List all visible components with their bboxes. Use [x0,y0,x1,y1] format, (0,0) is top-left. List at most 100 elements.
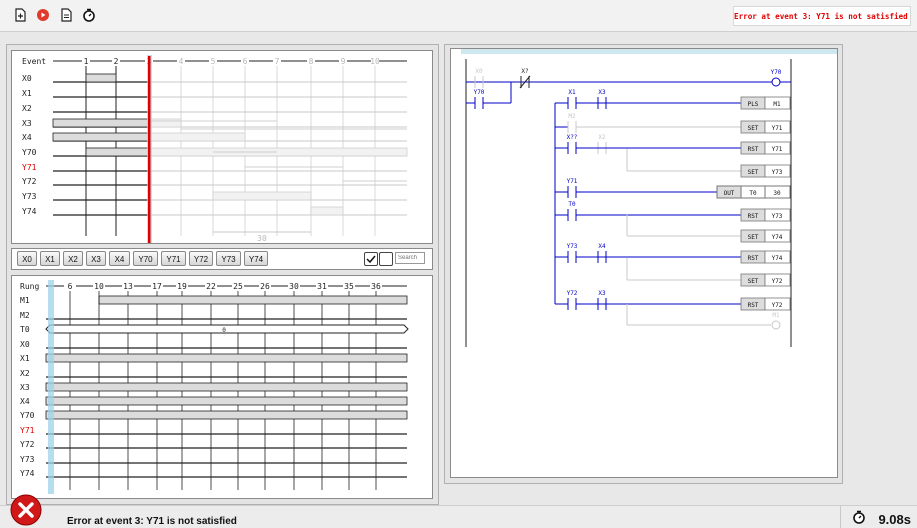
event-label-6: 6 [243,57,248,66]
contact-y72: Y72 [567,290,578,297]
rung-signal-y73: Y73 [20,455,35,464]
contact-x4: X4 [598,243,606,250]
timing-signal-x3: X3 [22,119,32,128]
instruction-arg-label: Y74 [772,255,783,262]
instruction-op-label: SET [748,125,759,132]
instruction-arg-label: Y73 [772,213,783,220]
stopwatch-icon[interactable] [82,8,96,22]
rung-label-19: 19 [177,282,187,291]
rung-label-36: 36 [371,282,381,291]
contact-y70: Y70 [474,89,485,96]
timing-signal-y73: Y73 [22,192,37,201]
status-message: Error at event 3: Y71 is not satisfied [67,516,237,527]
checkbox-checked[interactable] [364,252,378,266]
signal-button-y72[interactable]: Y72 [189,251,213,266]
search-input[interactable] [395,252,425,264]
signal-high-pulse [52,132,150,142]
rung-cursor[interactable] [48,280,54,494]
coil-m1 [771,320,781,330]
timing-signal-x4: X4 [22,133,32,142]
status-bar: Error at event 3: Y71 is not satisfied 9… [0,494,917,528]
timing-chart: Event12345678910X0X1X2X3X4Y70Y71Y72Y73Y7… [22,55,408,243]
signal-button-y71[interactable]: Y71 [161,251,186,266]
rung-signal-x4: X4 [20,397,30,406]
timing-chart-panel: Event12345678910X0X1X2X3X4Y70Y71Y72Y73Y7… [11,50,433,244]
rung-label-35: 35 [344,282,354,291]
signal-button-y73[interactable]: Y73 [216,251,241,266]
rung-chart: Rung 6 10 13 17 19 22 25 26 30 31 35 36 M1 M2 T0 0 X0 X1 X2… [20,280,409,494]
contact-x2: X2 [598,134,606,141]
rung-label-13: 13 [123,282,133,291]
instruction-arg-label: M1 [773,101,781,108]
rung-label-30: 30 [289,282,299,291]
signal-button-x1[interactable]: X1 [40,251,60,266]
instruction-out-label: OUT [724,190,735,197]
rung-label-6: 6 [68,282,73,291]
signal-high-pulse [85,147,150,157]
contact-x?: X? [521,68,529,75]
timing-signal-x1: X1 [22,89,32,98]
rung-label-17: 17 [152,282,162,291]
rung-signal-y71: Y71 [20,426,35,435]
checkbox-unchecked[interactable] [379,252,393,266]
status-divider [840,506,841,528]
rung-label-22: 22 [206,282,216,291]
instruction-arg-label: Y71 [772,125,783,132]
event-label-9: 9 [341,57,346,66]
contact-t0: T0 [568,201,576,208]
signal-high-pulse [148,147,408,157]
rung-signal-m2: M2 [20,311,30,320]
rung-signal-x0: X0 [20,340,30,349]
signal-button-x4[interactable]: X4 [109,251,130,266]
contact-y73: Y73 [567,243,578,250]
coil-label-y70: Y70 [771,69,782,76]
error-icon [10,494,42,526]
coil-label-m1: M1 [772,312,780,319]
error-message: Error at event 3: Y71 is not satisfied [733,6,911,26]
timing-signal-y74: Y74 [22,207,37,216]
rung-signal-high [45,382,408,392]
document-icon[interactable] [59,8,73,22]
signal-high-pulse [310,206,344,216]
rung-signal-y72: Y72 [20,440,35,449]
signal-high-pulse [148,118,182,128]
event-label-10: 10 [370,57,380,66]
rung-signal-t0: T0 [20,325,30,334]
event-cursor-red[interactable] [148,56,151,243]
timer-bus [45,324,409,334]
signal-button-y74[interactable]: Y74 [244,251,268,266]
rung-signal-x1: X1 [20,354,30,363]
rung-signal-x2: X2 [20,369,30,378]
elapsed-time: 9.08s [878,512,911,527]
instruction-arg-label: Y71 [772,146,783,153]
instruction-op-label: SET [748,234,759,241]
signal-button-y70[interactable]: Y70 [133,251,158,266]
contact-x0: X0 [475,68,483,75]
rung-label-25: 25 [233,282,243,291]
signal-button-bar: Y74 Y73 Y72 Y71 Y70 X4 X3 X2 X1 X0 [11,248,433,270]
stopwatch-icon [853,510,865,524]
timing-signal-y70: Y70 [22,148,37,157]
rung-signal-high [45,353,408,363]
ladder-diagram: X0 X? Y70 Y70 X1 X3 PLS M1 M2 SET Y71 X?? X2 RST Y71 SE… [461,49,837,347]
event-label-2: 2 [114,57,119,66]
signal-button-x3[interactable]: X3 [86,251,106,266]
rung-header-label: Rung [20,282,39,291]
new-document-icon[interactable] [13,8,27,22]
event-label-8: 8 [309,57,314,66]
contact-m2: M2 [568,113,576,120]
contact-x3: X3 [598,89,606,96]
instruction-op-label: RST [748,255,759,262]
event-label-4: 4 [179,57,184,66]
signal-button-x2[interactable]: X2 [63,251,83,266]
timer-value: 0 [222,327,226,334]
record-icon[interactable] [36,8,50,22]
contact-x1: X1 [568,89,576,96]
event-label-5: 5 [211,57,216,66]
coil-y70 [771,77,781,87]
rung-signal-y74: Y74 [20,469,35,478]
signal-high-pulse [212,191,312,201]
check-icon [366,255,376,264]
signal-button-x0[interactable]: X0 [17,251,37,266]
instruction-arg-label: Y72 [772,302,783,309]
